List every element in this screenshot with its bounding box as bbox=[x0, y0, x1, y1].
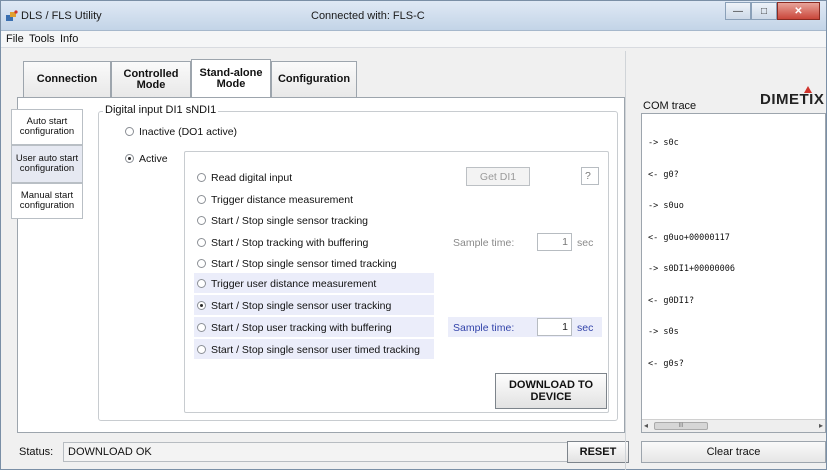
status-label: Status: bbox=[19, 446, 54, 458]
scroll-thumb[interactable]: III bbox=[654, 422, 708, 430]
inactive-label: Inactive (DO1 active) bbox=[139, 126, 238, 138]
option-label: Start / Stop single sensor user tracking bbox=[211, 300, 392, 312]
download-to-device-button[interactable]: DOWNLOAD TO DEVICE bbox=[495, 373, 607, 409]
active-label: Active bbox=[139, 153, 168, 165]
option-label: Start / Stop single sensor timed trackin… bbox=[211, 258, 397, 270]
trace-line: <- g0? bbox=[648, 169, 679, 180]
scroll-left-icon[interactable]: ◂ bbox=[644, 421, 648, 430]
status-bar: Status: DOWNLOAD OK RESET bbox=[9, 441, 629, 463]
tab-configuration[interactable]: Configuration bbox=[271, 61, 357, 97]
menu-bar: File Tools Info bbox=[1, 31, 826, 48]
option-radio[interactable] bbox=[197, 345, 206, 354]
inactive-option[interactable]: Inactive (DO1 active) bbox=[125, 126, 237, 138]
option-radio[interactable] bbox=[197, 259, 206, 268]
option-row[interactable]: Read digital input bbox=[197, 172, 292, 184]
scroll-thumb-grip: III bbox=[678, 423, 684, 429]
status-field: DOWNLOAD OK bbox=[63, 442, 569, 462]
option-row[interactable]: Start / Stop single sensor user timed tr… bbox=[197, 344, 420, 356]
logo-mark-icon bbox=[804, 86, 812, 93]
trace-line: -> s0uo bbox=[648, 201, 684, 211]
option-row[interactable]: Start / Stop user tracking with bufferin… bbox=[197, 322, 392, 334]
trace-line: -> s0s bbox=[648, 327, 679, 337]
option-label: Trigger distance measurement bbox=[211, 194, 354, 206]
active-radio[interactable] bbox=[125, 154, 134, 163]
option-row[interactable]: Start / Stop single sensor timed trackin… bbox=[197, 258, 397, 270]
com-trace-label: COM trace bbox=[643, 100, 697, 112]
tab-standalone-mode[interactable]: Stand-alone Mode bbox=[191, 59, 271, 97]
sidebar-item-user-auto-start[interactable]: User auto start configuration bbox=[11, 145, 83, 183]
sidebar-item-manual-start[interactable]: Manual start configuration bbox=[11, 183, 83, 219]
di1-value-field: ? bbox=[581, 167, 599, 185]
user-sample-time-input[interactable]: 1 bbox=[537, 318, 572, 336]
scroll-right-icon[interactable]: ▸ bbox=[819, 421, 823, 430]
trace-line: <- g0s? bbox=[648, 358, 684, 369]
trace-line: -> s0c bbox=[648, 138, 679, 148]
title-bar: DLS / FLS Utility Connected with: FLS-C … bbox=[1, 1, 826, 31]
option-label: Start / Stop single sensor tracking bbox=[211, 215, 368, 227]
option-row[interactable]: Start / Stop single sensor tracking bbox=[197, 215, 368, 227]
trace-lines: -> s0c <- g0? -> s0uo <- g0uo+00000117 -… bbox=[648, 117, 735, 390]
menu-file[interactable]: File bbox=[6, 33, 24, 45]
menu-info[interactable]: Info bbox=[60, 33, 78, 45]
dimetix-logo: DIMETIX bbox=[760, 91, 825, 108]
minimize-button[interactable]: — bbox=[725, 2, 751, 20]
option-radio[interactable] bbox=[197, 279, 206, 288]
option-row[interactable]: Start / Stop single sensor user tracking bbox=[197, 300, 391, 312]
trace-line: <- g0DI1? bbox=[648, 295, 695, 306]
option-row[interactable]: Trigger distance measurement bbox=[197, 194, 353, 206]
option-radio[interactable] bbox=[197, 323, 206, 332]
option-label: Read digital input bbox=[211, 172, 293, 184]
connection-status: Connected with: FLS-C bbox=[311, 10, 425, 22]
inactive-radio[interactable] bbox=[125, 127, 134, 136]
app-title: DLS / FLS Utility bbox=[21, 10, 102, 22]
option-radio[interactable] bbox=[197, 238, 206, 247]
active-option[interactable]: Active bbox=[125, 153, 168, 165]
group-title: Digital input DI1 sNDI1 bbox=[103, 104, 219, 116]
com-trace-box[interactable]: -> s0c <- g0? -> s0uo <- g0uo+00000117 -… bbox=[641, 113, 826, 433]
app-window: DLS / FLS Utility Connected with: FLS-C … bbox=[0, 0, 827, 470]
option-label: Start / Stop tracking with buffering bbox=[211, 237, 369, 249]
reset-button[interactable]: RESET bbox=[567, 441, 629, 463]
menu-tools[interactable]: Tools bbox=[29, 33, 55, 45]
user-sample-time-unit: sec bbox=[577, 322, 594, 334]
tab-connection[interactable]: Connection bbox=[23, 61, 111, 97]
clear-trace-button[interactable]: Clear trace bbox=[641, 441, 826, 463]
app-icon bbox=[6, 10, 18, 21]
maximize-button[interactable]: □ bbox=[751, 2, 777, 20]
option-row[interactable]: Start / Stop tracking with buffering bbox=[197, 237, 368, 249]
option-label: Trigger user distance measurement bbox=[211, 278, 377, 290]
option-radio[interactable] bbox=[197, 301, 206, 310]
sample-time-label: Sample time: bbox=[453, 237, 515, 249]
pane-divider[interactable] bbox=[625, 51, 629, 470]
trace-line: <- g0uo+00000117 bbox=[648, 232, 730, 243]
option-label: Start / Stop user tracking with bufferin… bbox=[211, 322, 392, 334]
option-radio[interactable] bbox=[197, 195, 206, 204]
option-radio[interactable] bbox=[197, 173, 206, 182]
option-row[interactable]: Trigger user distance measurement bbox=[197, 278, 376, 290]
trace-line: -> s0DI1+00000006 bbox=[648, 264, 735, 274]
sidebar-item-auto-start[interactable]: Auto start configuration bbox=[11, 109, 83, 145]
tab-controlled-mode[interactable]: Controlled Mode bbox=[111, 61, 191, 97]
sample-time-unit: sec bbox=[577, 237, 594, 249]
get-di1-button[interactable]: Get DI1 bbox=[466, 167, 530, 186]
sample-time-input[interactable]: 1 bbox=[537, 233, 572, 251]
close-button[interactable]: ✕ bbox=[777, 2, 820, 20]
user-sample-time-label: Sample time: bbox=[453, 322, 515, 334]
option-label: Start / Stop single sensor user timed tr… bbox=[211, 344, 420, 356]
trace-horizontal-scrollbar[interactable]: ◂ III ▸ bbox=[642, 419, 825, 432]
trace-pane: COM trace DIMETIX -> s0c <- g0? -> s0uo … bbox=[633, 51, 826, 470]
option-radio[interactable] bbox=[197, 216, 206, 225]
